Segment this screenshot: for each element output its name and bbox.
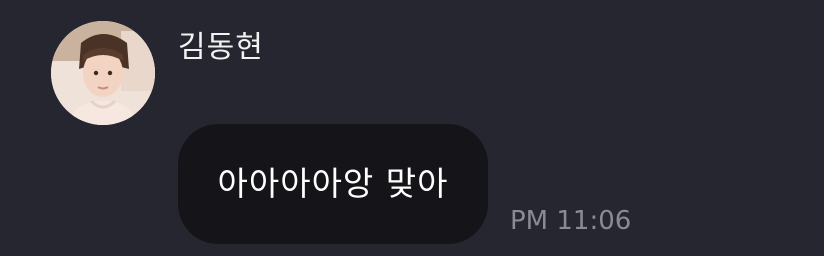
profile-photo-icon: [51, 21, 155, 125]
sender-avatar[interactable]: [51, 21, 155, 125]
message-text: 아아아아앙 맞아: [217, 164, 449, 203]
message-timestamp: PM 11:06: [510, 206, 632, 236]
message-bubble[interactable]: 아아아아앙 맞아: [178, 124, 488, 244]
sender-name: 김동현: [178, 30, 264, 65]
chat-screen: 김동현 아아아아앙 맞아 PM 11:06: [0, 0, 824, 256]
